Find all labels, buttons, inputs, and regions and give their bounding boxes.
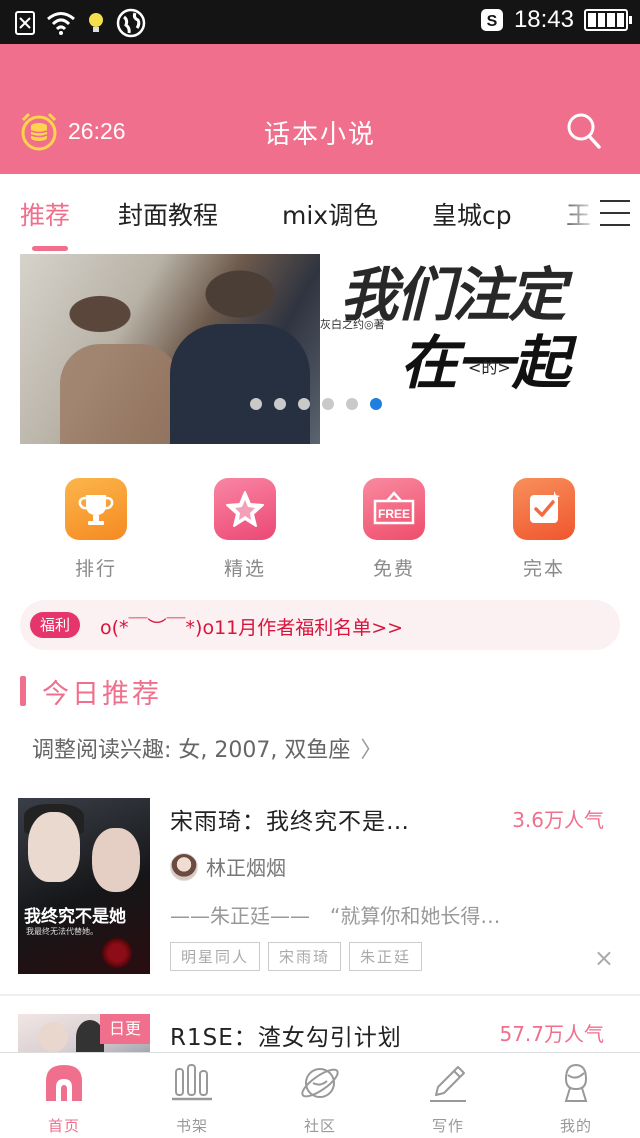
- category-completed[interactable]: 完本: [494, 478, 594, 581]
- wifi-icon: [47, 12, 75, 35]
- bottom-nav: 首页 书架 社区 写作 我的: [0, 1052, 640, 1138]
- carousel-dot[interactable]: [346, 398, 358, 410]
- cover-subtitle: 我最终无法代替她。: [26, 927, 98, 936]
- category-shortcuts: 排行 精选 FREE 免费 完本: [0, 478, 640, 588]
- category-tabs: 推荐 封面教程 mix调色 皇城cp 王: [0, 174, 640, 254]
- book-title[interactable]: 宋雨琦：我终究不是…: [170, 802, 410, 836]
- close-icon[interactable]: ×: [594, 944, 614, 972]
- free-icon: FREE: [363, 478, 425, 540]
- book-cover[interactable]: 日更: [18, 1014, 150, 1054]
- welfare-notice[interactable]: 福利 o(*￣︶￣*)o11月作者福利名单>>: [20, 600, 620, 650]
- book-title[interactable]: R1SE：渣女勾引计划: [170, 1018, 402, 1052]
- nav-label: 社区: [303, 1117, 336, 1135]
- category-featured[interactable]: 精选: [195, 478, 295, 581]
- category-label: 精选: [223, 558, 266, 580]
- section-title: 今日推荐: [42, 679, 162, 710]
- tag[interactable]: 朱正廷: [349, 942, 423, 971]
- nav-bookshelf[interactable]: 书架: [142, 1061, 242, 1136]
- status-bar: S 18:43: [0, 0, 640, 44]
- svg-text:S: S: [487, 13, 498, 30]
- sim-off-icon: [15, 11, 35, 35]
- carousel-dot[interactable]: [298, 398, 310, 410]
- planet-icon: [301, 1068, 339, 1098]
- book-author[interactable]: 林正烟烟: [170, 852, 286, 881]
- banner-image: [20, 254, 320, 444]
- tab-recommend[interactable]: 推荐: [20, 196, 70, 232]
- tab-cover-tutorial[interactable]: 封面教程: [118, 196, 218, 232]
- nav-community[interactable]: 社区: [270, 1061, 370, 1136]
- book-popularity: 57.7万人气: [499, 1022, 604, 1046]
- book-card[interactable]: 日更 R1SE：渣女勾引计划 57.7万人气: [0, 1014, 640, 1054]
- category-label: 排行: [74, 558, 117, 580]
- banner-de: <的>: [468, 358, 511, 377]
- cover-title: 我终究不是她: [24, 907, 126, 927]
- trophy-icon: [65, 478, 127, 540]
- carousel-dot[interactable]: [274, 398, 286, 410]
- chevron-right-icon: 〉: [360, 738, 383, 763]
- pen-icon: [430, 1066, 466, 1102]
- globe-icon: [116, 8, 146, 38]
- bulb-icon: [89, 13, 103, 32]
- welfare-badge: 福利: [30, 612, 81, 638]
- category-label: 完本: [522, 558, 565, 580]
- nav-label: 书架: [175, 1117, 208, 1135]
- menu-icon[interactable]: [600, 200, 630, 226]
- avatar: [170, 852, 198, 881]
- nav-label: 写作: [431, 1117, 464, 1135]
- free-icon-text: FREE: [378, 507, 410, 521]
- bookshelf-icon: [172, 1064, 212, 1101]
- book-tags: 明星同人 宋雨琦 朱正廷: [170, 942, 423, 971]
- carousel-dot[interactable]: [322, 398, 334, 410]
- carousel-dot[interactable]: [250, 398, 262, 410]
- app-header: 26:26 话本小说: [0, 44, 640, 174]
- category-label: 免费: [372, 558, 415, 580]
- nav-label: 我的: [559, 1117, 592, 1135]
- carousel-dots: [250, 398, 382, 410]
- sogou-icon: S: [480, 9, 503, 31]
- home-icon: [46, 1065, 82, 1101]
- daily-update-badge: 日更: [100, 1014, 150, 1044]
- search-icon[interactable]: [566, 112, 602, 150]
- app-screen: S 18:43 26:26 话本小说 推荐 封面教程 mix调色 皇城cp 灰白…: [0, 0, 640, 1138]
- active-tab-indicator: [32, 246, 68, 251]
- reading-interest-text: 调整阅读兴趣: 女, 2007, 双鱼座: [32, 738, 351, 763]
- banner-carousel[interactable]: 灰白之约◎著 我们注定 在一起 <的>: [20, 254, 620, 444]
- book-cover[interactable]: 我终究不是她 我最终无法代替她。: [18, 798, 150, 974]
- profile-icon: [564, 1063, 588, 1102]
- nav-home[interactable]: 首页: [14, 1061, 114, 1136]
- star-icon: [214, 478, 276, 540]
- tab-huangcheng-cp[interactable]: 皇城cp: [432, 196, 512, 232]
- tag[interactable]: 明星同人: [170, 942, 261, 971]
- welfare-text: o(*￣︶￣*)o11月作者福利名单>>: [100, 617, 404, 639]
- banner-title-art: 灰白之约◎著 我们注定 在一起 <的>: [320, 254, 620, 444]
- category-free[interactable]: FREE 免费: [344, 478, 444, 581]
- carousel-dot-active[interactable]: [370, 398, 382, 410]
- category-ranking[interactable]: 排行: [46, 478, 146, 581]
- check-icon: [513, 478, 575, 540]
- nav-write[interactable]: 写作: [398, 1061, 498, 1136]
- section-accent-bar: [20, 676, 26, 706]
- book-popularity: 3.6万人气: [512, 808, 604, 832]
- book-card[interactable]: 我终究不是她 我最终无法代替她。 宋雨琦：我终究不是… 3.6万人气 林正烟烟 …: [0, 798, 640, 978]
- nav-label: 首页: [47, 1117, 80, 1135]
- nav-profile[interactable]: 我的: [526, 1061, 626, 1136]
- reading-interest-link[interactable]: 调整阅读兴趣: 女, 2007, 双鱼座〉: [32, 732, 382, 764]
- book-description: ——朱正廷—— “就算你和她长得…: [170, 904, 501, 928]
- tag[interactable]: 宋雨琦: [268, 942, 342, 971]
- author-name: 林正烟烟: [206, 856, 286, 880]
- divider: [0, 994, 640, 996]
- tab-mix-color[interactable]: mix调色: [282, 196, 378, 232]
- status-time: 18:43: [513, 6, 574, 33]
- battery-icon: [584, 9, 632, 31]
- app-title: 话本小说: [263, 120, 376, 150]
